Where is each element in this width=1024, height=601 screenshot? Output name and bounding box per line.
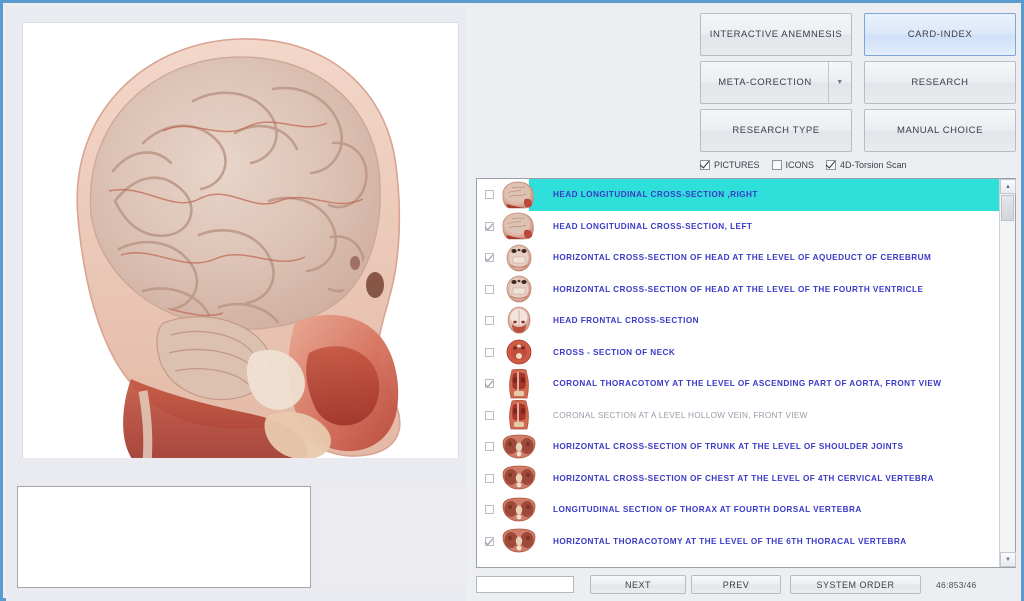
scrollbar-thumb[interactable] [1001,195,1014,221]
list-item-checkbox[interactable] [485,253,494,262]
list-item-label: HORIZONTAL CROSS-SECTION OF CHEST AT THE… [549,474,999,483]
checkbox-4d-torsion-scan-box[interactable] [826,160,836,170]
checkbox-pictures-label: PICTURES [714,160,760,170]
meta-corection-button[interactable]: META-CORECTION ▼ [700,61,852,104]
list-item-checkbox[interactable] [485,505,494,514]
checkbox-pictures-box[interactable] [700,160,710,170]
list-item-checkbox[interactable] [485,285,494,294]
scroll-up-arrow-icon[interactable]: ▲ [1000,179,1016,194]
list-item-thumbnail-chest-axial[interactable] [497,526,541,556]
list-item-thumbnail-chest-axial[interactable] [497,495,541,525]
list-item-thumbnail-head-sagittal[interactable] [497,180,541,210]
list-item[interactable]: HORIZONTAL CROSS-SECTION OF TRUNK AT THE… [477,431,999,463]
card-index-label: CARD-INDEX [908,29,973,40]
list-item-label: HORIZONTAL CROSS-SECTION OF TRUNK AT THE… [549,442,999,451]
viewer-lower-pane [6,458,466,601]
list-item-thumbnail-chest-axial[interactable] [497,463,541,493]
list-item-checkbox[interactable] [485,222,494,231]
search-input[interactable] [476,576,574,593]
list-item[interactable]: HORIZONTAL CROSS-SECTION OF CHEST AT THE… [477,463,999,495]
right-pane: INTERACTIVE ANEMNESIS CARD-INDEX META-CO… [466,6,1021,601]
list-item[interactable]: HEAD LONGITUDINAL CROSS-SECTION, LEFT [477,211,999,243]
list-item[interactable]: HORIZONTAL THORACOTOMY AT THE LEVEL OF T… [477,526,999,558]
list-item[interactable]: HORIZONTAL CROSS-SECTION OF HEAD AT THE … [477,242,999,274]
list-item[interactable]: CORONAL SECTION AT A LEVEL HOLLOW VEIN, … [477,400,999,432]
list-item-thumbnail-torso-coronal[interactable] [497,400,541,430]
anatomical-image-head-sagittal [23,23,458,463]
list-item-label: CROSS - SECTION OF NECK [549,348,999,357]
prev-button-label: PREV [723,580,750,590]
card-index-button[interactable]: CARD-INDEX [864,13,1016,56]
research-label: RESEARCH [911,77,968,88]
research-button[interactable]: RESEARCH [864,61,1016,104]
list-item-label: CORONAL THORACOTOMY AT THE LEVEL OF ASCE… [549,379,999,388]
list-item-checkbox[interactable] [485,190,494,199]
scroll-down-arrow-icon[interactable]: ▼ [1000,552,1016,567]
list-item-label: HEAD LONGITUDINAL CROSS-SECTION ,RIGHT [549,190,999,199]
list-item-checkbox[interactable] [485,537,494,546]
chevron-down-icon[interactable]: ▼ [828,62,851,103]
checkbox-icons-label: ICONS [786,160,815,170]
list-item-checkbox[interactable] [485,442,494,451]
record-counter: 46:853/46 [936,576,1016,593]
list-vertical-scrollbar[interactable]: ▲ ▼ [999,179,1015,567]
research-type-label: RESEARCH TYPE [732,125,819,136]
list-item[interactable]: HEAD LONGITUDINAL CROSS-SECTION ,RIGHT [477,179,999,211]
next-button-label: NEXT [625,580,651,590]
research-type-button[interactable]: RESEARCH TYPE [700,109,852,152]
card-index-list-rows: HEAD LONGITUDINAL CROSS-SECTION ,RIGHT HE… [477,179,999,567]
list-item-checkbox[interactable] [485,316,494,325]
interactive-anemnesis-label: INTERACTIVE ANEMNESIS [710,29,842,40]
list-item-thumbnail-head-axial[interactable] [497,243,541,273]
list-item-thumbnail-neck-axial[interactable] [497,337,541,367]
list-item-thumbnail-torso-coronal[interactable] [497,369,541,399]
list-item-checkbox[interactable] [485,348,494,357]
list-item-checkbox[interactable] [485,379,494,388]
manual-choice-label: MANUAL CHOICE [897,125,983,136]
list-item-label: HEAD FRONTAL CROSS-SECTION [549,316,999,325]
list-item-label: HORIZONTAL THORACOTOMY AT THE LEVEL OF T… [549,537,999,546]
prev-button[interactable]: PREV [691,575,781,594]
checkbox-icons[interactable]: ICONS [772,160,815,170]
image-viewer-pane [6,6,466,458]
list-item-thumbnail-head-sagittal[interactable] [497,211,541,241]
list-item-checkbox[interactable] [485,411,494,420]
list-item[interactable]: LONGITUDINAL SECTION OF THORAX AT FOURTH… [477,494,999,526]
toolbar-button-grid: INTERACTIVE ANEMNESIS CARD-INDEX META-CO… [700,13,1016,153]
lower-filler-panel [320,486,468,586]
checkbox-pictures[interactable]: PICTURES [700,160,760,170]
list-item-thumbnail-head-axial[interactable] [497,274,541,304]
manual-choice-button[interactable]: MANUAL CHOICE [864,109,1016,152]
list-item-label: HEAD LONGITUDINAL CROSS-SECTION, LEFT [549,222,999,231]
checkbox-icons-box[interactable] [772,160,782,170]
meta-corection-label: META-CORECTION [701,62,829,103]
checkbox-4d-torsion-scan-label: 4D-Torsion Scan [840,160,907,170]
list-item[interactable]: CROSS - SECTION OF NECK [477,337,999,369]
card-index-list[interactable]: HEAD LONGITUDINAL CROSS-SECTION ,RIGHT HE… [476,178,1016,568]
list-item[interactable]: HORIZONTAL CROSS-SECTION OF HEAD AT THE … [477,274,999,306]
list-item-checkbox[interactable] [485,474,494,483]
interactive-anemnesis-button[interactable]: INTERACTIVE ANEMNESIS [700,13,852,56]
notes-textarea[interactable] [17,486,311,588]
list-item-label: HORIZONTAL CROSS-SECTION OF HEAD AT THE … [549,253,999,262]
list-item[interactable]: CORONAL THORACOTOMY AT THE LEVEL OF ASCE… [477,368,999,400]
display-options-row: PICTURES ICONS 4D-Torsion Scan [700,157,919,172]
checkbox-4d-torsion-scan[interactable]: 4D-Torsion Scan [826,160,907,170]
next-button[interactable]: NEXT [590,575,686,594]
list-item-label: LONGITUDINAL SECTION OF THORAX AT FOURTH… [549,505,999,514]
list-item-label: HORIZONTAL CROSS-SECTION OF HEAD AT THE … [549,285,999,294]
list-item-thumbnail-head-coronal[interactable] [497,306,541,336]
list-item[interactable]: HEAD FRONTAL CROSS-SECTION [477,305,999,337]
bottom-toolbar: NEXT PREV SYSTEM ORDER 46:853/46 [466,572,1021,601]
system-order-label: SYSTEM ORDER [816,580,894,590]
list-item-thumbnail-chest-axial[interactable] [497,432,541,462]
system-order-button[interactable]: SYSTEM ORDER [790,575,921,594]
list-item-label: CORONAL SECTION AT A LEVEL HOLLOW VEIN, … [549,411,999,420]
application-window: INTERACTIVE ANEMNESIS CARD-INDEX META-CO… [0,0,1024,601]
anatomical-image-frame[interactable] [22,22,459,464]
